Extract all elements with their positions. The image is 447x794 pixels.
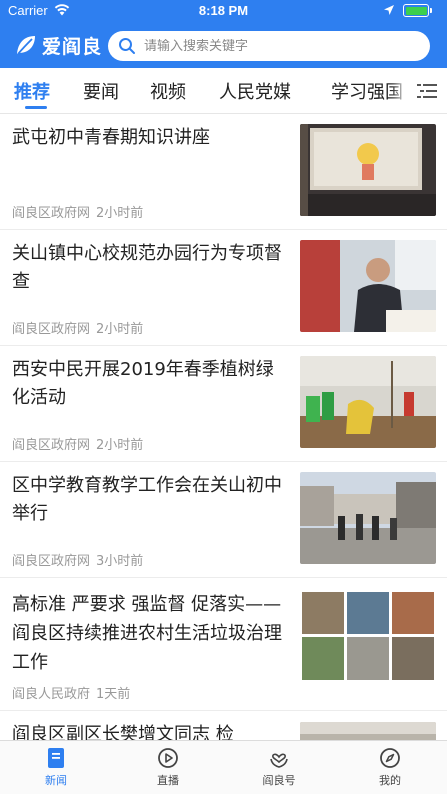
active-tab-indicator [25,106,47,109]
news-source: 阎良区政府网 [12,206,91,221]
news-title: 武屯初中青春期知识讲座 [12,127,210,148]
clock: 8:18 PM [198,3,249,18]
heart-hands-icon [270,753,288,768]
app-header: Carrier 8:18 PM 爱阎良 [0,0,447,68]
tab-video[interactable]: 视频 [150,78,186,104]
menu-icon [417,83,437,98]
tab-bar-live[interactable]: 直播 [133,747,203,788]
news-source: 阎良区政府网 [12,554,91,569]
news-time: 1天前 [96,687,131,702]
news-icon [48,748,64,768]
news-meta: 阎良区政府网 3小时前 [12,550,143,569]
news-thumbnail [300,472,436,564]
news-source: 阎良区政府网 [12,322,91,337]
tab-bar-news[interactable]: 新闻 [21,747,91,788]
news-item[interactable]: 武屯初中青春期知识讲座 阎良区政府网 2小时前 [0,114,447,230]
news-thumbnail [300,722,436,740]
tab-bar-label: 直播 [157,774,179,787]
tab-bar-yanliang-hao[interactable]: 阎良号 [244,747,314,788]
news-meta: 阎良区政府网 2小时前 [12,202,143,221]
location-arrow-icon [384,5,394,15]
battery-icon [403,4,432,17]
news-thumbnail [300,590,436,682]
news-meta: 阎良区政府网 2小时前 [12,434,143,453]
news-title: 区中学教育教学工作会在关山初中举行 [12,475,282,524]
tab-peoples-media[interactable]: 人民党媒 [219,78,291,104]
tab-bar-label: 阎良号 [262,774,296,787]
news-title: 关山镇中心校规范办园行为专项督查 [12,243,282,292]
search-icon [119,38,135,54]
leaf-logo-icon [17,36,35,55]
tab-recommend[interactable]: 推荐 [14,78,50,104]
news-thumbnail [300,356,436,448]
status-bar: Carrier 8:18 PM [0,0,447,22]
play-icon [158,748,178,768]
news-item[interactable]: 西安中民开展2019年春季植树绿化活动 阎良区政府网 2小时前 [0,346,447,462]
compass-icon [380,748,400,768]
category-tabs: 推荐 要闻 视频 人民党媒 学习强国 [0,68,447,114]
news-source: 阎良人民政府 [12,687,91,702]
news-time: 3小时前 [96,554,144,569]
search-bar[interactable] [108,31,430,61]
news-time: 2小时前 [96,322,144,337]
news-title: 西安中民开展2019年春季植树绿化活动 [12,359,274,408]
news-thumbnail [300,124,436,216]
tab-bar-mine[interactable]: 我的 [355,747,425,788]
news-item[interactable]: 高标准 严要求 强监督 促落实——阎良区持续推进农村生活垃圾治理工作 阎良人民政… [0,578,447,711]
news-thumbnail [300,240,436,332]
search-input[interactable] [144,38,414,54]
news-item[interactable]: 关山镇中心校规范办园行为专项督查 阎良区政府网 2小时前 [0,230,447,346]
news-item[interactable]: 阎良区副区长樊增文同志 检 [0,711,447,740]
tab-menu-button[interactable] [407,68,447,113]
tab-headlines[interactable]: 要闻 [83,78,119,104]
news-meta: 阎良人民政府 1天前 [12,683,130,702]
app-logo[interactable]: 爱阎良 [14,32,102,58]
tab-xuexi-qiangguo[interactable]: 学习强国 [331,78,403,104]
news-meta: 阎良区政府网 2小时前 [12,318,143,337]
news-item[interactable]: 区中学教育教学工作会在关山初中举行 阎良区政府网 3小时前 [0,462,447,578]
bottom-tab-bar: 新闻 直播 阎良号 我的 [0,740,447,794]
news-time: 2小时前 [96,206,144,221]
news-source: 阎良区政府网 [12,438,91,453]
tab-bar-label: 新闻 [45,774,67,787]
news-title: 阎良区副区长樊增文同志 检 [12,724,234,740]
app-name: 爱阎良 [42,35,103,58]
news-time: 2小时前 [96,438,144,453]
news-title: 高标准 严要求 强监督 促落实——阎良区持续推进农村生活垃圾治理工作 [12,594,282,673]
news-feed: 武屯初中青春期知识讲座 阎良区政府网 2小时前 关山镇中心校规范办园行为专项督查 … [0,114,447,740]
tab-bar-label: 我的 [379,774,401,787]
